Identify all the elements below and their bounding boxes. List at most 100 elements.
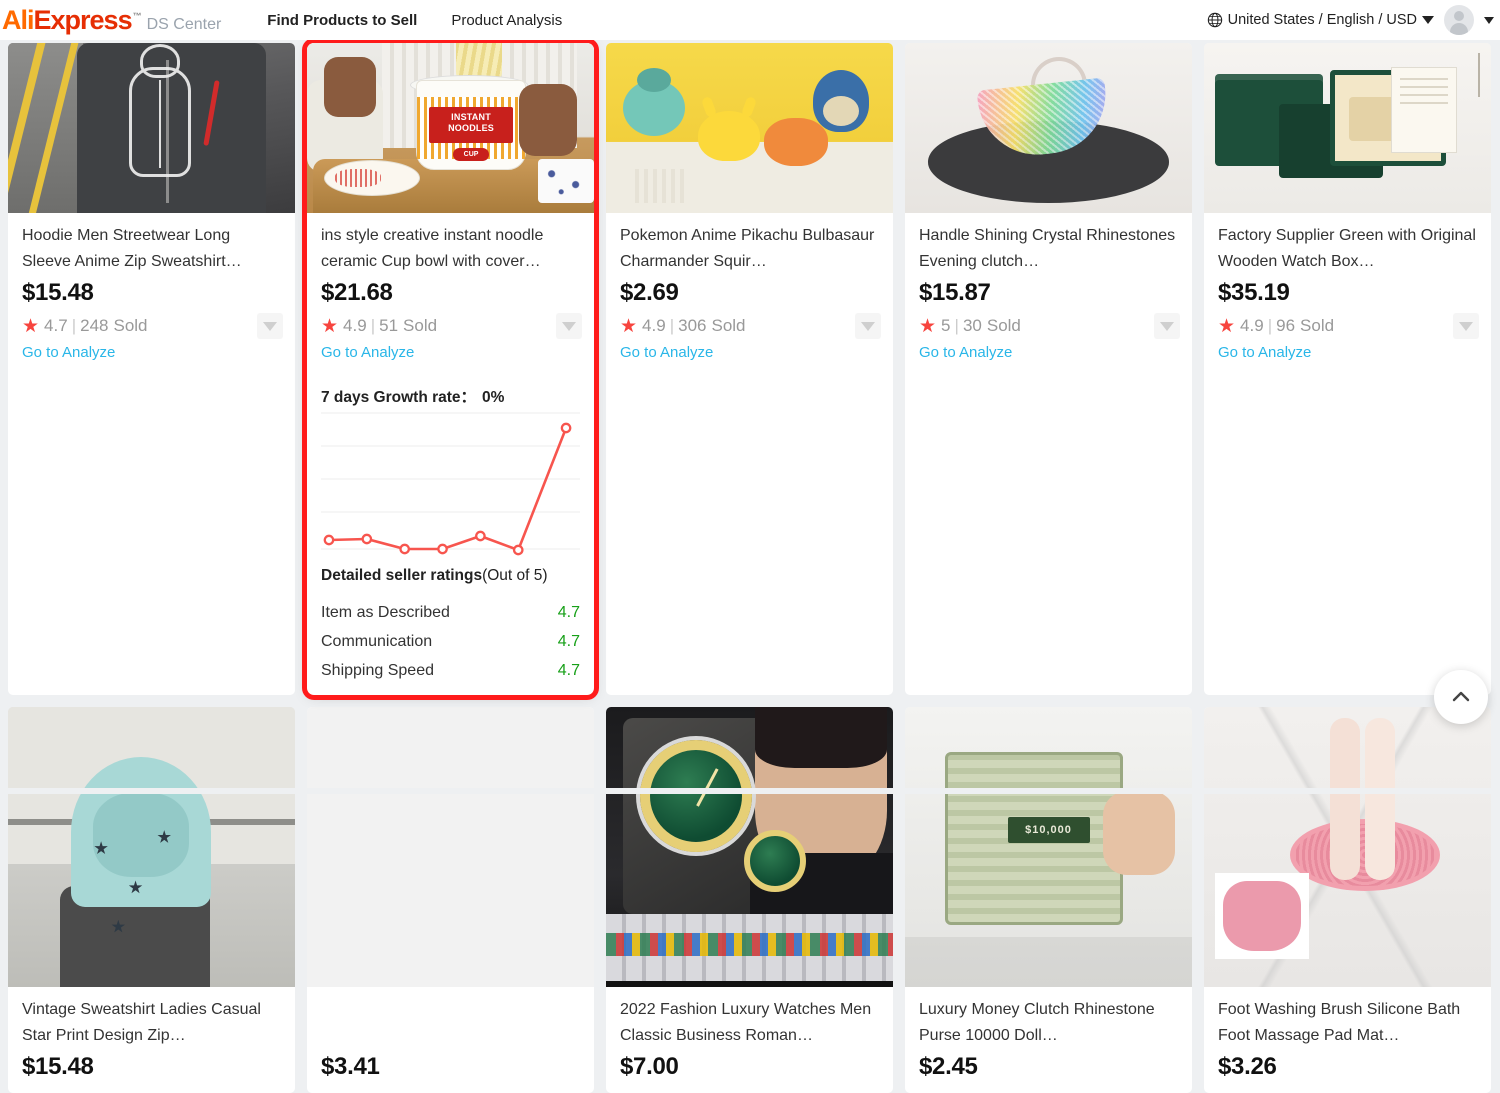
globe-icon — [1207, 12, 1223, 28]
go-to-analyze-link[interactable]: Go to Analyze — [22, 344, 281, 361]
collapse-details-button[interactable] — [556, 313, 582, 339]
product-rating-row: ★ 4.9 | 306 Sold — [620, 316, 879, 336]
product-rating: 4.7 — [44, 316, 68, 336]
chevron-down-icon — [861, 322, 875, 331]
locale-selector[interactable]: United States / English / USD — [1207, 12, 1434, 28]
product-sold-count: 30 — [963, 316, 982, 336]
product-card[interactable]: $10,000 Luxury Money Clutch Rhinestone P… — [905, 707, 1192, 1093]
growth-rate-row: 7 days Growth rate： 0% — [321, 385, 580, 407]
sold-label: Sold — [403, 316, 437, 336]
sold-label: Sold — [1300, 316, 1334, 336]
logo-express-text: Express — [34, 5, 132, 35]
avatar[interactable] — [1444, 5, 1474, 35]
dsr-score: 4.7 — [558, 656, 580, 685]
go-to-analyze-link[interactable]: Go to Analyze — [321, 344, 580, 361]
product-price: $7.00 — [620, 1053, 879, 1081]
product-card[interactable]: Handle Shining Crystal Rhinestones Eveni… — [905, 43, 1192, 695]
chevron-down-icon — [1160, 322, 1174, 331]
dsr-score: 4.7 — [558, 598, 580, 627]
dsr-row: Item as Described 4.7 — [321, 598, 580, 627]
chart-data-points — [325, 424, 570, 554]
product-image — [1204, 707, 1491, 987]
product-grid: Hoodie Men Streetwear Long Sleeve Anime … — [0, 40, 1500, 1093]
dsr-label: Communication — [321, 627, 432, 656]
product-title: Handle Shining Crystal Rhinestones Eveni… — [919, 223, 1178, 275]
product-rating-row: ★ 4.9 | 51 Sold — [321, 316, 580, 336]
product-price: $15.48 — [22, 1053, 281, 1081]
product-card[interactable]: Pokemon Anime Pikachu Bulbasaur Charmand… — [606, 43, 893, 695]
main-nav: Find Products to Sell Product Analysis — [267, 12, 562, 29]
dsr-row: Communication 4.7 — [321, 627, 580, 656]
product-image — [905, 43, 1192, 213]
product-price: $15.48 — [22, 279, 281, 307]
ds-center-label: DS Center — [147, 16, 222, 34]
product-rating: 4.9 — [343, 316, 367, 336]
product-price: $2.69 — [620, 279, 879, 307]
dsr-title-suffix: (Out of 5) — [482, 567, 547, 584]
expand-details-button[interactable] — [1453, 313, 1479, 339]
product-title: Luxury Money Clutch Rhinestone Purse 100… — [919, 997, 1178, 1049]
product-price: $2.45 — [919, 1053, 1178, 1081]
go-to-analyze-link[interactable]: Go to Analyze — [919, 344, 1178, 361]
product-rating: 4.9 — [1240, 316, 1264, 336]
product-card[interactable]: Hoodie Men Streetwear Long Sleeve Anime … — [8, 43, 295, 695]
star-icon: ★ — [22, 317, 39, 336]
rating-separator: | — [72, 316, 76, 336]
chevron-down-icon — [562, 322, 576, 331]
product-sold-count: 96 — [1276, 316, 1295, 336]
go-to-analyze-link[interactable]: Go to Analyze — [620, 344, 879, 361]
account-chevron-down-icon[interactable] — [1484, 17, 1494, 24]
logo-trademark: ™ — [133, 11, 141, 21]
chart-gridlines — [321, 413, 580, 549]
detailed-seller-ratings-list: Item as Described 4.7 Communication 4.7 … — [321, 598, 580, 685]
expand-details-button[interactable] — [855, 313, 881, 339]
growth-rate-value: 0% — [482, 389, 504, 406]
dsr-title-bold: Detailed seller ratings — [321, 567, 482, 584]
chevron-down-icon — [1422, 16, 1434, 24]
product-card-expanded-highlighted[interactable]: INSTANTNOODLESCUP ins style creative ins… — [307, 43, 594, 695]
product-price: $15.87 — [919, 279, 1178, 307]
product-image — [606, 707, 893, 987]
dsr-label: Item as Described — [321, 598, 450, 627]
sold-label: Sold — [113, 316, 147, 336]
product-title: Vintage Sweatshirt Ladies Casual Star Pr… — [22, 997, 281, 1049]
product-rating: 4.9 — [642, 316, 666, 336]
dsr-label: Shipping Speed — [321, 656, 434, 685]
product-card[interactable]: Vintage Sweatshirt Ladies Casual Star Pr… — [8, 707, 295, 1093]
product-rating-row: ★ 4.7 | 248 Sold — [22, 316, 281, 336]
product-image — [1204, 43, 1491, 213]
product-sold-count: 306 — [678, 316, 706, 336]
go-to-analyze-link[interactable]: Go to Analyze — [1218, 344, 1477, 361]
rating-separator: | — [1268, 316, 1272, 336]
product-price: $3.41 — [321, 1053, 580, 1081]
chevron-down-icon — [1459, 322, 1473, 331]
expand-details-button[interactable] — [1154, 313, 1180, 339]
star-icon: ★ — [321, 317, 338, 336]
product-card[interactable]: 2022 Fashion Luxury Watches Men Classic … — [606, 707, 893, 1093]
rating-separator: | — [955, 316, 959, 336]
chevron-down-icon — [263, 322, 277, 331]
logo-ali-text: Ali — [2, 5, 34, 35]
nav-product-analysis[interactable]: Product Analysis — [451, 12, 562, 29]
growth-rate-line-chart — [321, 409, 580, 559]
product-card[interactable]: Foot Washing Brush Silicone Bath Foot Ma… — [1204, 707, 1491, 1093]
product-title — [321, 997, 580, 1049]
nav-find-products-to-sell[interactable]: Find Products to Sell — [267, 12, 417, 29]
product-title: Factory Supplier Green with Original Woo… — [1218, 223, 1477, 275]
expand-details-button[interactable] — [257, 313, 283, 339]
expanded-details-panel: 7 days Growth rate： 0% — [307, 385, 594, 695]
product-image: INSTANTNOODLESCUP — [307, 43, 594, 213]
scroll-to-top-button[interactable] — [1434, 670, 1488, 724]
brand-logo[interactable]: AliExpress™ DS Center — [0, 7, 221, 34]
product-card-occluded[interactable]: $3.41 — [307, 707, 594, 1093]
product-card[interactable]: Factory Supplier Green with Original Woo… — [1204, 43, 1491, 695]
star-icon: ★ — [1218, 317, 1235, 336]
product-title: Pokemon Anime Pikachu Bulbasaur Charmand… — [620, 223, 879, 275]
dsr-score: 4.7 — [558, 627, 580, 656]
product-price: $35.19 — [1218, 279, 1477, 307]
growth-rate-label: 7 days Growth rate： — [321, 389, 476, 406]
page-bottom-edge — [0, 788, 1500, 794]
product-rating: 5 — [941, 316, 950, 336]
star-icon: ★ — [620, 317, 637, 336]
rating-separator: | — [371, 316, 375, 336]
